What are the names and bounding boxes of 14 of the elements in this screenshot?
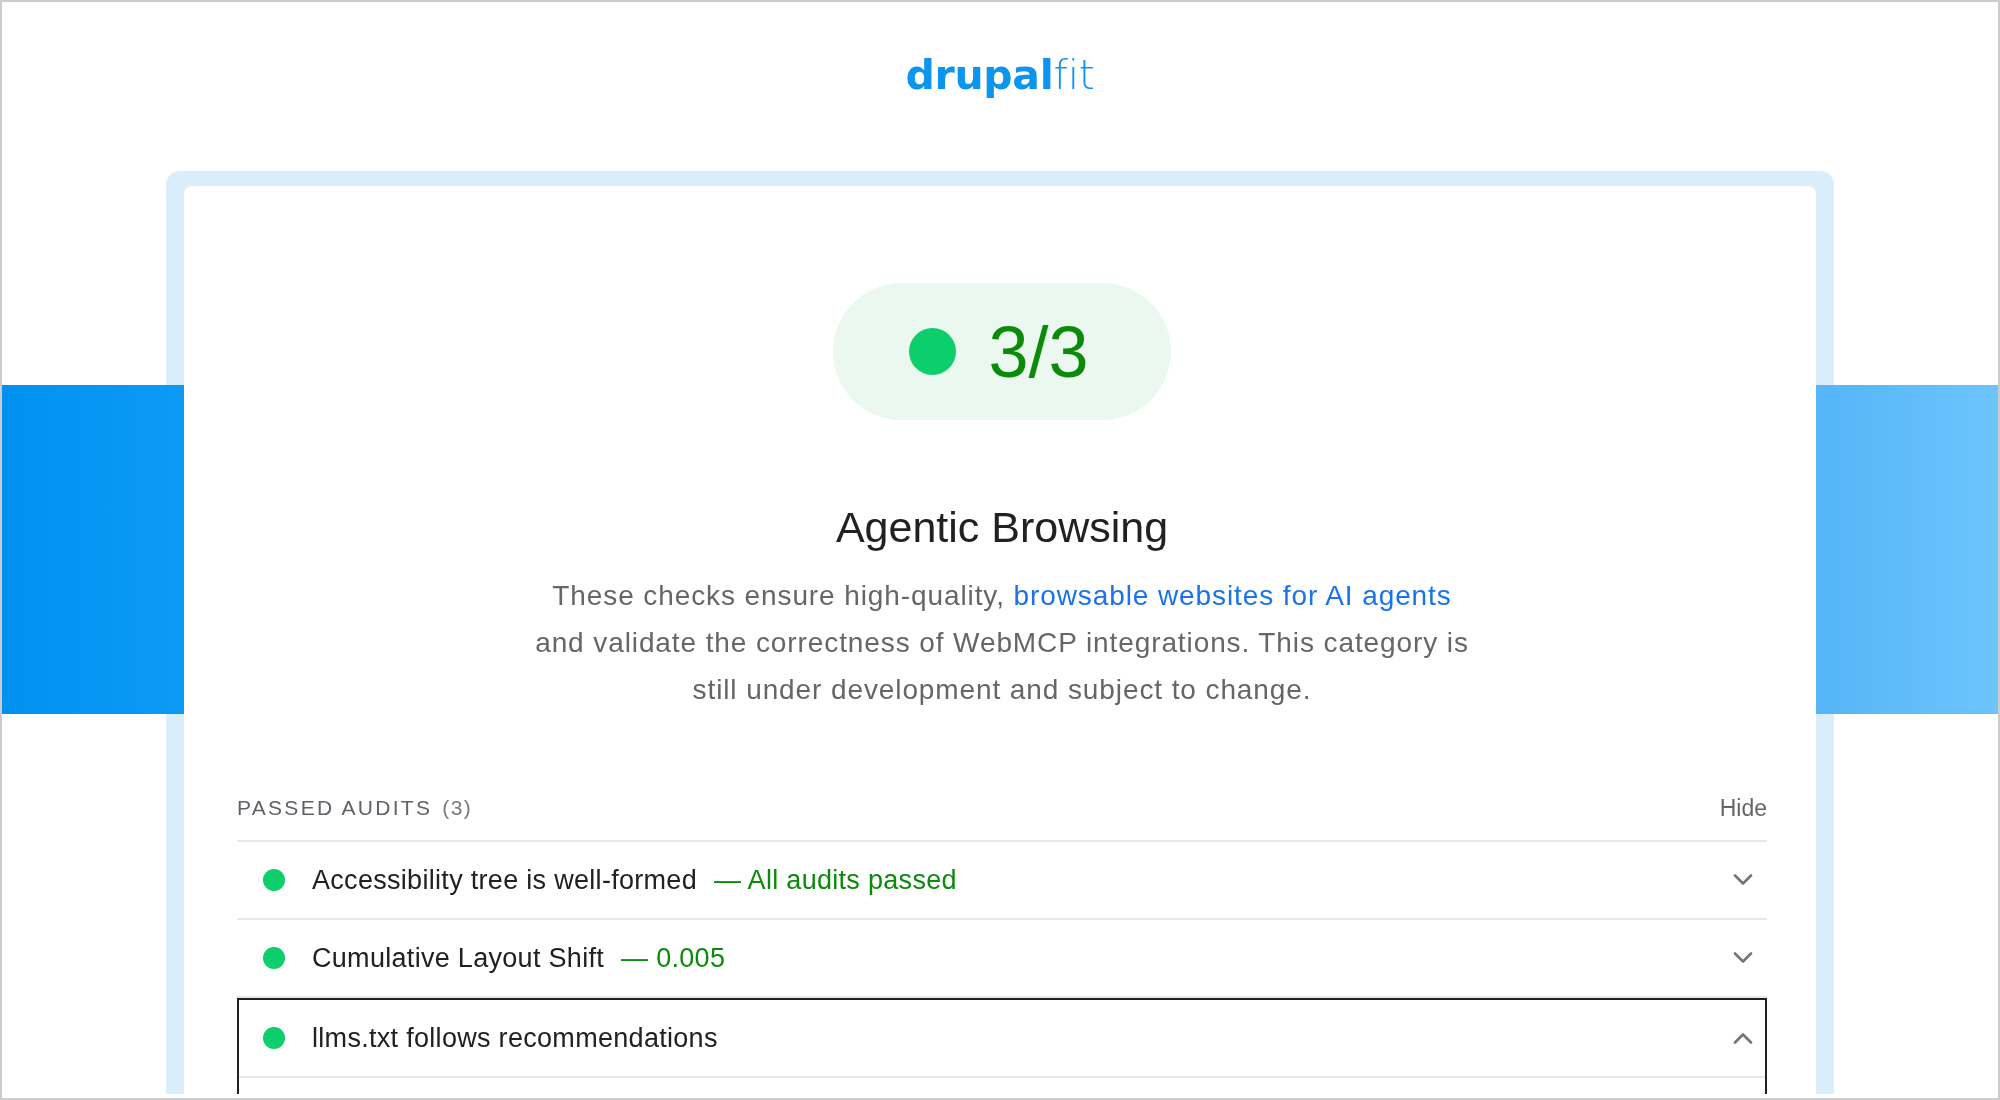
- category-title: Agentic Browsing: [835, 502, 1169, 552]
- group-title: PASSED AUDITS: [237, 795, 433, 821]
- audit-row[interactable]: Accessibility tree is well-formed — All audits passed: [237, 842, 1767, 918]
- status-dot-icon: [263, 869, 285, 891]
- description-link[interactable]: browsable websites for AI agents: [1013, 580, 1452, 611]
- category-description: These checks ensure high-quality, browsable websites for AI agents and validate the correctness of WebMCP integrations. This category is still under development and subject to change.: [534, 579, 1470, 707]
- status-dot-icon: [909, 328, 957, 375]
- score-value: 3/3: [988, 311, 1089, 392]
- audit-row[interactable]: Cumulative Layout Shift — 0.005: [237, 920, 1767, 996]
- audit-count: (3): [442, 795, 473, 821]
- hide-toggle[interactable]: Hide: [1719, 794, 1767, 822]
- status-dot-icon: [263, 947, 285, 969]
- status-dot-icon: [263, 1027, 285, 1049]
- audit-row[interactable]: llms.txt follows recommendations: [239, 1000, 1765, 1076]
